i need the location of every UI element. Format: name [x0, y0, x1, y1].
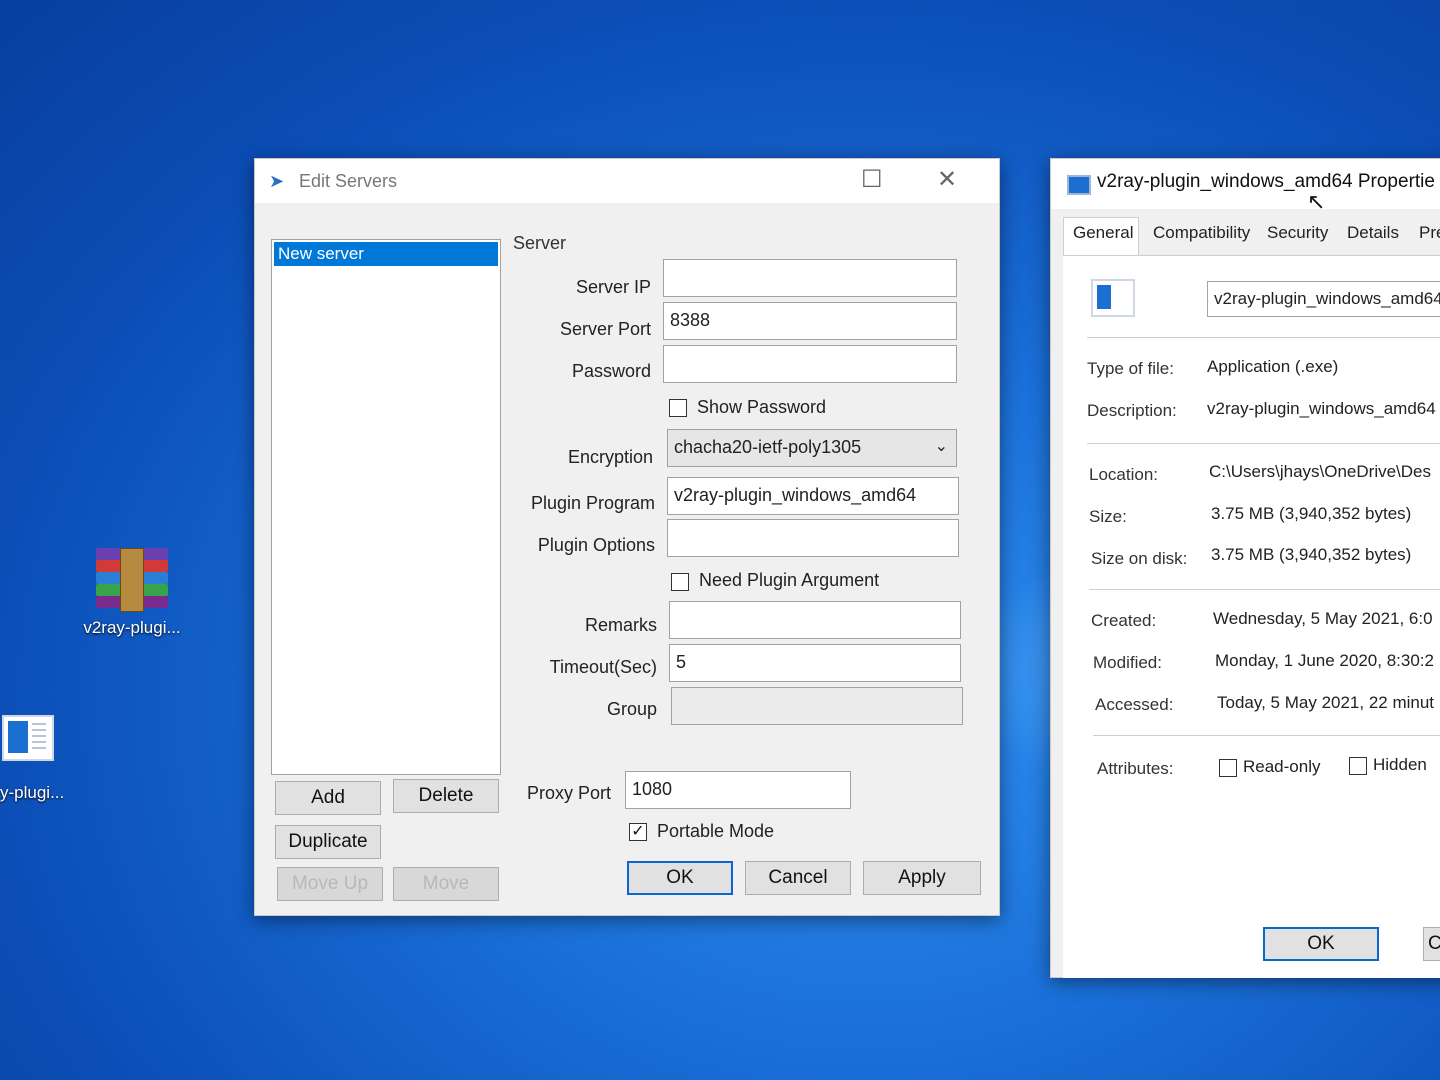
desktop-icon-exe[interactable]: y-plugi...: [0, 715, 80, 803]
plugin-program-input[interactable]: v2ray-plugin_windows_amd64: [667, 477, 959, 515]
remarks-input[interactable]: [669, 601, 961, 639]
location-label: Location:: [1089, 465, 1158, 484]
plugin-program-label: Plugin Program: [530, 493, 655, 513]
tab-previous-versions[interactable]: Pre: [1419, 223, 1440, 243]
delete-button[interactable]: Delete: [393, 779, 499, 813]
size-label: Size:: [1089, 507, 1127, 526]
encryption-select[interactable]: chacha20-ietf-poly1305 ⌄: [667, 429, 957, 467]
file-icon: [1091, 279, 1135, 317]
tab-details[interactable]: Details: [1347, 223, 1399, 243]
server-list-item-selected[interactable]: New server: [274, 242, 498, 266]
divider: [1089, 589, 1440, 590]
password-input[interactable]: [663, 345, 957, 383]
need-plugin-argument-checkbox[interactable]: [671, 573, 689, 591]
size-on-disk-label: Size on disk:: [1091, 549, 1188, 568]
show-password-label: Show Password: [697, 397, 827, 417]
group-input[interactable]: [671, 687, 963, 725]
close-icon[interactable]: ✕: [937, 165, 957, 194]
timeout-input[interactable]: 5: [669, 644, 961, 682]
winrar-icon: [96, 548, 168, 612]
size-value: 3.75 MB (3,940,352 bytes): [1211, 504, 1412, 523]
divider: [1087, 443, 1440, 444]
hidden-label: Hidden: [1373, 755, 1427, 774]
apply-button[interactable]: Apply: [863, 861, 981, 895]
server-ip-label: Server IP: [575, 277, 651, 297]
properties-dialog: v2ray-plugin_windows_amd64 Propertie ↖ G…: [1050, 158, 1440, 978]
tab-security[interactable]: Security: [1267, 223, 1328, 243]
server-port-label: Server Port: [559, 319, 651, 339]
portable-mode-label: Portable Mode: [657, 821, 775, 841]
window-title: v2ray-plugin_windows_amd64 Propertie: [1097, 171, 1435, 192]
move-up-button[interactable]: Move Up: [277, 867, 383, 901]
server-group-label: Server: [513, 233, 567, 253]
description-value: v2ray-plugin_windows_amd64: [1207, 399, 1436, 418]
desktop-icon-label: y-plugi...: [0, 783, 65, 802]
ok-button[interactable]: OK: [1263, 927, 1379, 961]
proxy-port-label: Proxy Port: [526, 783, 611, 803]
plugin-options-label: Plugin Options: [537, 535, 655, 555]
divider: [1087, 337, 1440, 338]
type-of-file-value: Application (.exe): [1207, 357, 1339, 376]
divider: [1093, 735, 1440, 736]
read-only-label: Read-only: [1243, 757, 1321, 776]
accessed-value: Today, 5 May 2021, 22 minut: [1217, 693, 1435, 712]
password-label: Password: [571, 361, 651, 381]
location-value: C:\Users\jhays\OneDrive\Des: [1209, 462, 1432, 481]
encryption-label: Encryption: [567, 447, 653, 467]
group-label: Group: [606, 699, 657, 719]
size-on-disk-value: 3.75 MB (3,940,352 bytes): [1211, 545, 1412, 564]
application-icon: [1067, 175, 1091, 195]
hidden-checkbox[interactable]: [1349, 757, 1367, 775]
server-port-input[interactable]: 8388: [663, 302, 957, 340]
read-only-checkbox[interactable]: [1219, 759, 1237, 777]
duplicate-button[interactable]: Duplicate: [275, 825, 381, 859]
title-bar: v2ray-plugin_windows_amd64 Propertie ↖: [1051, 159, 1440, 214]
paper-plane-icon: ➤: [269, 171, 285, 191]
description-label: Description:: [1087, 401, 1177, 420]
tab-compatibility[interactable]: Compatibility: [1153, 223, 1250, 243]
type-of-file-label: Type of file:: [1087, 359, 1174, 378]
created-value: Wednesday, 5 May 2021, 6:0: [1213, 609, 1433, 628]
edit-servers-dialog: ➤ Edit Servers ☐ ✕ New server Server Ser…: [254, 158, 1000, 916]
maximize-icon[interactable]: ☐: [861, 165, 883, 194]
title-bar: ➤ Edit Servers ☐ ✕: [255, 159, 999, 203]
accessed-label: Accessed:: [1095, 695, 1174, 714]
remarks-label: Remarks: [584, 615, 657, 635]
portable-mode-checkbox[interactable]: ✓: [629, 823, 647, 841]
server-ip-input[interactable]: [663, 259, 957, 297]
desktop-icon-label: v2ray-plugi...: [83, 618, 181, 637]
show-password-checkbox[interactable]: [669, 399, 687, 417]
add-button[interactable]: Add: [275, 781, 381, 815]
desktop-icon-winrar-archive[interactable]: v2ray-plugi...: [70, 548, 194, 638]
ok-button[interactable]: OK: [627, 861, 733, 895]
proxy-port-input[interactable]: 1080: [625, 771, 851, 809]
cancel-button[interactable]: Ca: [1423, 927, 1440, 961]
application-icon: [2, 715, 54, 761]
cancel-button[interactable]: Cancel: [745, 861, 851, 895]
modified-label: Modified:: [1093, 653, 1162, 672]
server-list[interactable]: New server: [271, 239, 501, 775]
timeout-label: Timeout(Sec): [549, 657, 657, 677]
need-plugin-argument-label: Need Plugin Argument: [699, 570, 880, 590]
tab-general[interactable]: General: [1073, 223, 1133, 243]
file-name-input[interactable]: v2ray-plugin_windows_amd64: [1207, 281, 1440, 317]
created-label: Created:: [1091, 611, 1157, 630]
move-down-button[interactable]: Move: [393, 867, 499, 901]
encryption-select-value: chacha20-ietf-poly1305: [674, 437, 862, 457]
modified-value: Monday, 1 June 2020, 8:30:2: [1215, 651, 1434, 670]
attributes-label: Attributes:: [1097, 759, 1174, 778]
window-title: Edit Servers: [299, 171, 398, 191]
plugin-options-input[interactable]: [667, 519, 959, 557]
chevron-down-icon: ⌄: [934, 438, 948, 455]
